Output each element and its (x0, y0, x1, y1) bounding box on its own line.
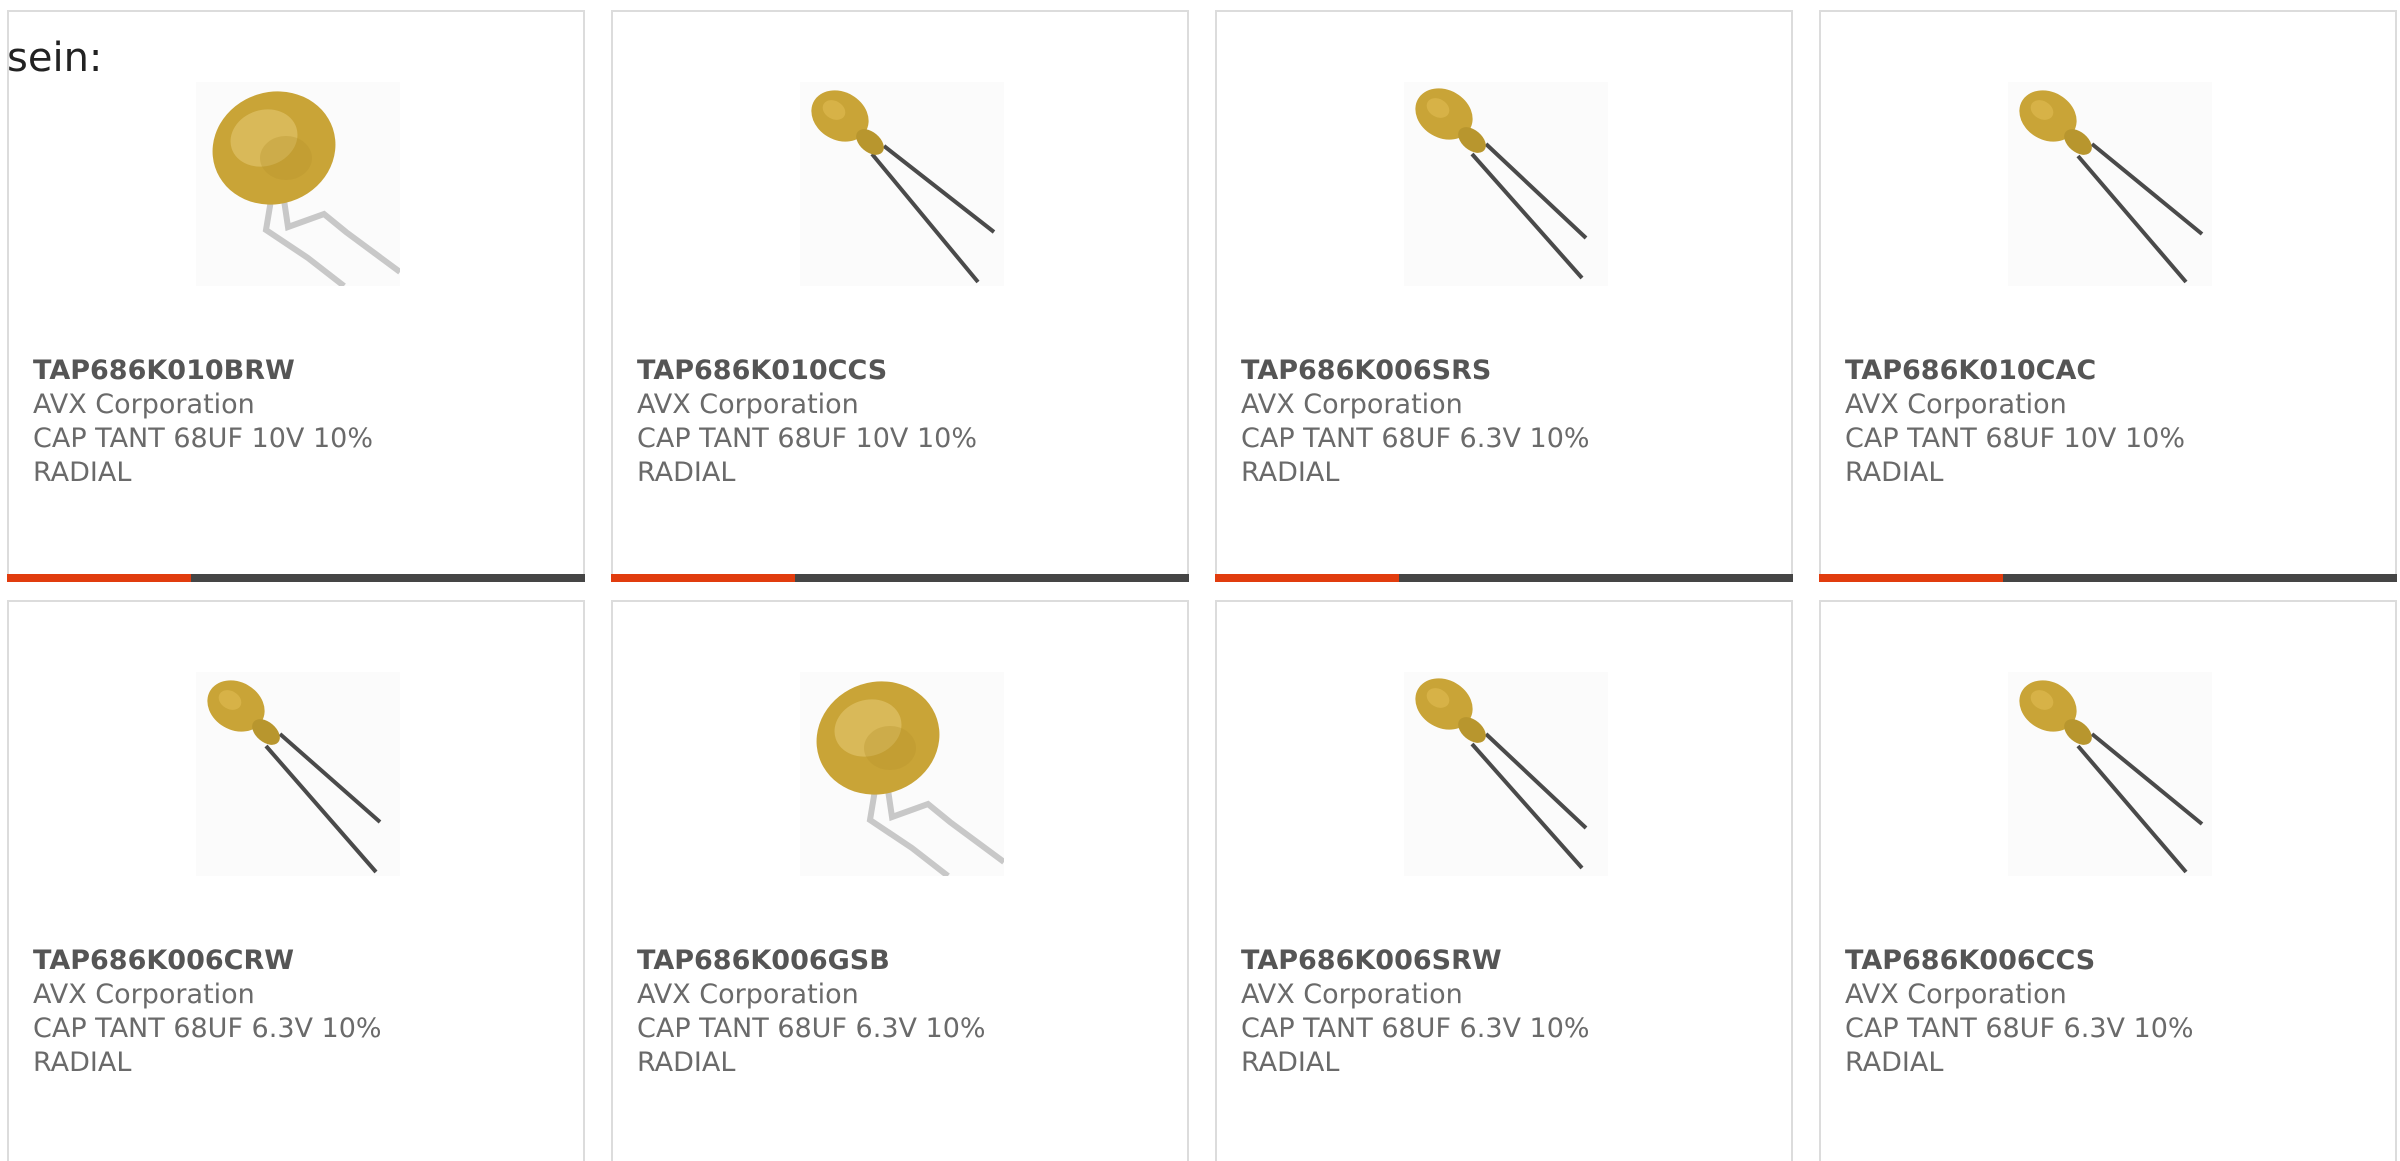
product-info: TAP686K006GSB AVX Corporation CAP TANT 6… (637, 944, 986, 1080)
part-number[interactable]: TAP686K010CCS (637, 354, 977, 388)
description: CAP TANT 68UF 6.3V 10% (1845, 1013, 2194, 1044)
package-type: RADIAL (637, 457, 736, 488)
dipped-disc-capacitor-icon[interactable] (196, 82, 400, 286)
product-card[interactable]: TAP686K010BRW AVX Corporation CAP TANT 6… (7, 10, 585, 582)
tantalum-bead-capacitor-icon[interactable] (800, 82, 1004, 286)
package-type: RADIAL (33, 1047, 132, 1078)
product-card[interactable]: TAP686K006CRW AVX Corporation CAP TANT 6… (7, 600, 585, 1161)
manufacturer: AVX Corporation (33, 389, 255, 420)
description: CAP TANT 68UF 6.3V 10% (1241, 423, 1590, 454)
manufacturer: AVX Corporation (1241, 979, 1463, 1010)
description: CAP TANT 68UF 10V 10% (637, 423, 977, 454)
part-number[interactable]: TAP686K006SRS (1241, 354, 1590, 388)
tantalum-bead-capacitor-icon[interactable] (1404, 82, 1608, 286)
part-number[interactable]: TAP686K006CCS (1845, 944, 2194, 978)
description: CAP TANT 68UF 10V 10% (1845, 423, 2185, 454)
dipped-disc-capacitor-icon[interactable] (800, 672, 1004, 876)
description: CAP TANT 68UF 6.3V 10% (33, 1013, 382, 1044)
tantalum-bead-capacitor-icon[interactable] (2008, 672, 2212, 876)
tantalum-bead-capacitor-icon[interactable] (2008, 82, 2212, 286)
product-card[interactable]: TAP686K006SRS AVX Corporation CAP TANT 6… (1215, 10, 1793, 582)
card-accent-bar (1819, 574, 2003, 582)
product-info: TAP686K010CCS AVX Corporation CAP TANT 6… (637, 354, 977, 490)
product-info: TAP686K010CAC AVX Corporation CAP TANT 6… (1845, 354, 2185, 490)
product-info: TAP686K006CCS AVX Corporation CAP TANT 6… (1845, 944, 2194, 1080)
manufacturer: AVX Corporation (1845, 979, 2067, 1010)
tantalum-bead-capacitor-icon[interactable] (1404, 672, 1608, 876)
part-number[interactable]: TAP686K006CRW (33, 944, 382, 978)
product-card[interactable]: TAP686K006GSB AVX Corporation CAP TANT 6… (611, 600, 1189, 1161)
tantalum-bead-capacitor-icon[interactable] (196, 672, 400, 876)
description: CAP TANT 68UF 6.3V 10% (637, 1013, 986, 1044)
product-card[interactable]: TAP686K006SRW AVX Corporation CAP TANT 6… (1215, 600, 1793, 1161)
manufacturer: AVX Corporation (1845, 389, 2067, 420)
product-info: TAP686K010BRW AVX Corporation CAP TANT 6… (33, 354, 373, 490)
package-type: RADIAL (1845, 1047, 1944, 1078)
package-type: RADIAL (637, 1047, 736, 1078)
manufacturer: AVX Corporation (637, 979, 859, 1010)
part-number[interactable]: TAP686K006SRW (1241, 944, 1590, 978)
package-type: RADIAL (33, 457, 132, 488)
package-type: RADIAL (1241, 1047, 1340, 1078)
part-number[interactable]: TAP686K010CAC (1845, 354, 2185, 388)
product-info: TAP686K006SRW AVX Corporation CAP TANT 6… (1241, 944, 1590, 1080)
card-footer-bar (7, 574, 585, 582)
card-accent-bar (7, 574, 191, 582)
card-footer-bar (1215, 574, 1793, 582)
product-grid-page: sein: TAP686K010BRW AVX Corporation CAP … (0, 0, 2400, 1161)
manufacturer: AVX Corporation (33, 979, 255, 1010)
part-number[interactable]: TAP686K006GSB (637, 944, 986, 978)
package-type: RADIAL (1241, 457, 1340, 488)
package-type: RADIAL (1845, 457, 1944, 488)
product-info: TAP686K006CRW AVX Corporation CAP TANT 6… (33, 944, 382, 1080)
card-footer-bar (611, 574, 1189, 582)
manufacturer: AVX Corporation (1241, 389, 1463, 420)
card-accent-bar (611, 574, 795, 582)
card-footer-bar (1819, 574, 2397, 582)
product-card[interactable]: TAP686K006CCS AVX Corporation CAP TANT 6… (1819, 600, 2397, 1161)
card-accent-bar (1215, 574, 1399, 582)
description: CAP TANT 68UF 10V 10% (33, 423, 373, 454)
manufacturer: AVX Corporation (637, 389, 859, 420)
description: CAP TANT 68UF 6.3V 10% (1241, 1013, 1590, 1044)
product-card[interactable]: TAP686K010CCS AVX Corporation CAP TANT 6… (611, 10, 1189, 582)
intro-text: sein: (7, 35, 103, 81)
part-number[interactable]: TAP686K010BRW (33, 354, 373, 388)
product-info: TAP686K006SRS AVX Corporation CAP TANT 6… (1241, 354, 1590, 490)
product-card[interactable]: TAP686K010CAC AVX Corporation CAP TANT 6… (1819, 10, 2397, 582)
